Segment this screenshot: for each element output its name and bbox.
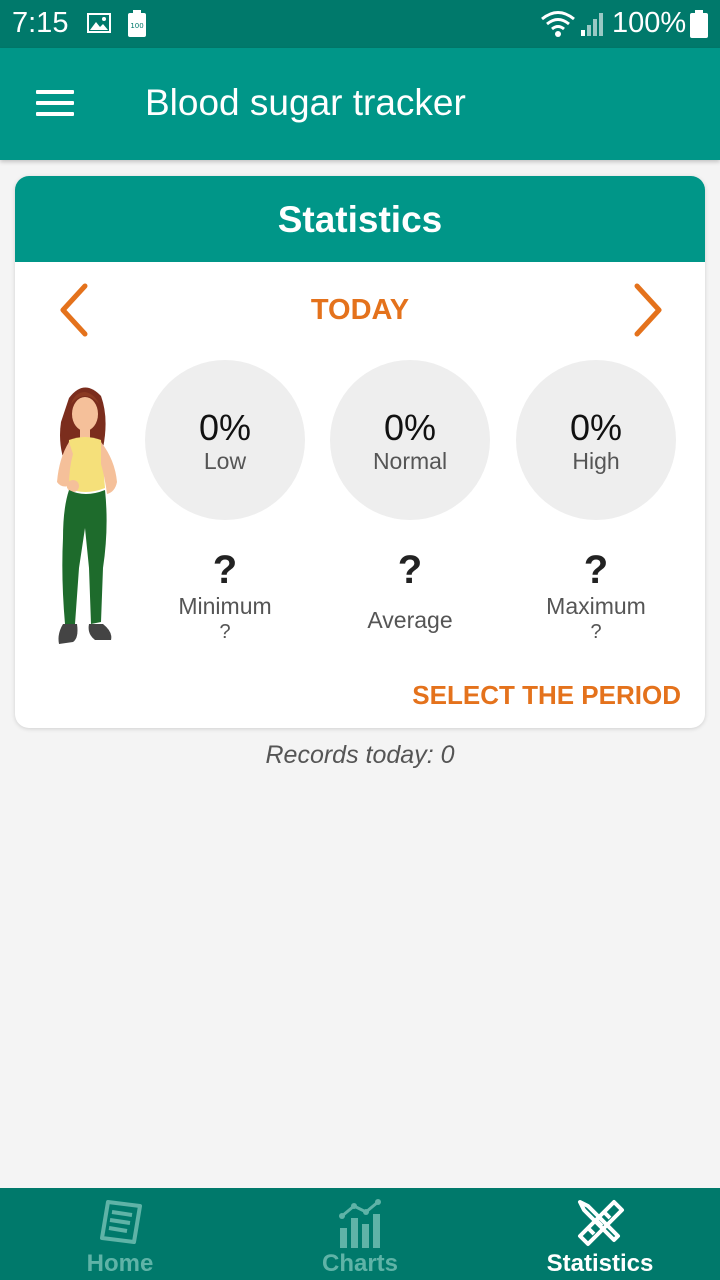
battery-icon (690, 10, 708, 38)
nav-home[interactable]: Home (0, 1188, 240, 1280)
normal-range-circle: 0% Normal (330, 360, 490, 520)
statistics-icon (578, 1200, 624, 1246)
low-range-circle: 0% Low (145, 360, 305, 520)
bottom-navigation: Home Charts Statistics (0, 1188, 720, 1280)
normal-percent: 0% (383, 407, 437, 448)
woman-illustration (57, 387, 117, 644)
app-title: Blood sugar tracker (145, 82, 466, 123)
battery-notification-icon: 100 (128, 10, 146, 37)
minimum-value: ? (212, 548, 238, 592)
nav-statistics-label: Statistics (546, 1250, 654, 1277)
nav-home-label: Home (86, 1250, 154, 1277)
high-percent: 0% (569, 407, 623, 448)
maximum-stat: ? Maximum ? (516, 548, 676, 644)
wifi-icon (541, 11, 575, 37)
high-label: High (572, 448, 620, 474)
image-notification-icon (87, 13, 111, 33)
previous-period-chevron-icon[interactable] (55, 282, 95, 338)
minimum-stat: ? Minimum ? (145, 548, 305, 644)
signal-icon (581, 13, 603, 36)
home-list-icon (100, 1200, 142, 1244)
normal-label: Normal (372, 448, 448, 474)
status-time: 7:15 (12, 7, 69, 39)
nav-statistics[interactable]: Statistics (480, 1188, 720, 1280)
minimum-label: Minimum (178, 593, 272, 619)
nav-charts[interactable]: Charts (240, 1188, 480, 1280)
menu-icon[interactable] (36, 88, 76, 118)
maximum-label: Maximum (546, 593, 646, 619)
select-period-button[interactable]: SELECT THE PERIOD (412, 680, 681, 711)
period-title: TODAY (310, 294, 410, 326)
average-value: ? (397, 548, 423, 592)
statistics-card: Statistics TODAY 0% Low 0% Normal 0% Hig… (15, 176, 705, 728)
high-range-circle: 0% High (516, 360, 676, 520)
average-stat: ? Average (330, 548, 490, 634)
maximum-value: ? (583, 548, 609, 592)
card-title: Statistics (15, 176, 705, 262)
svg-text:100: 100 (130, 22, 143, 30)
maximum-sub: ? (590, 621, 602, 643)
charts-icon (339, 1199, 381, 1248)
status-bar: 7:15 100 100% (0, 0, 720, 48)
app-bar: Blood sugar tracker (0, 48, 720, 160)
low-label: Low (203, 448, 247, 474)
average-label: Average (367, 607, 453, 633)
records-count: Records today: 0 (265, 741, 455, 769)
battery-percent: 100% (612, 7, 687, 39)
minimum-sub: ? (219, 621, 231, 643)
nav-charts-label: Charts (321, 1250, 399, 1277)
low-percent: 0% (198, 407, 252, 448)
next-period-chevron-icon[interactable] (627, 282, 667, 338)
